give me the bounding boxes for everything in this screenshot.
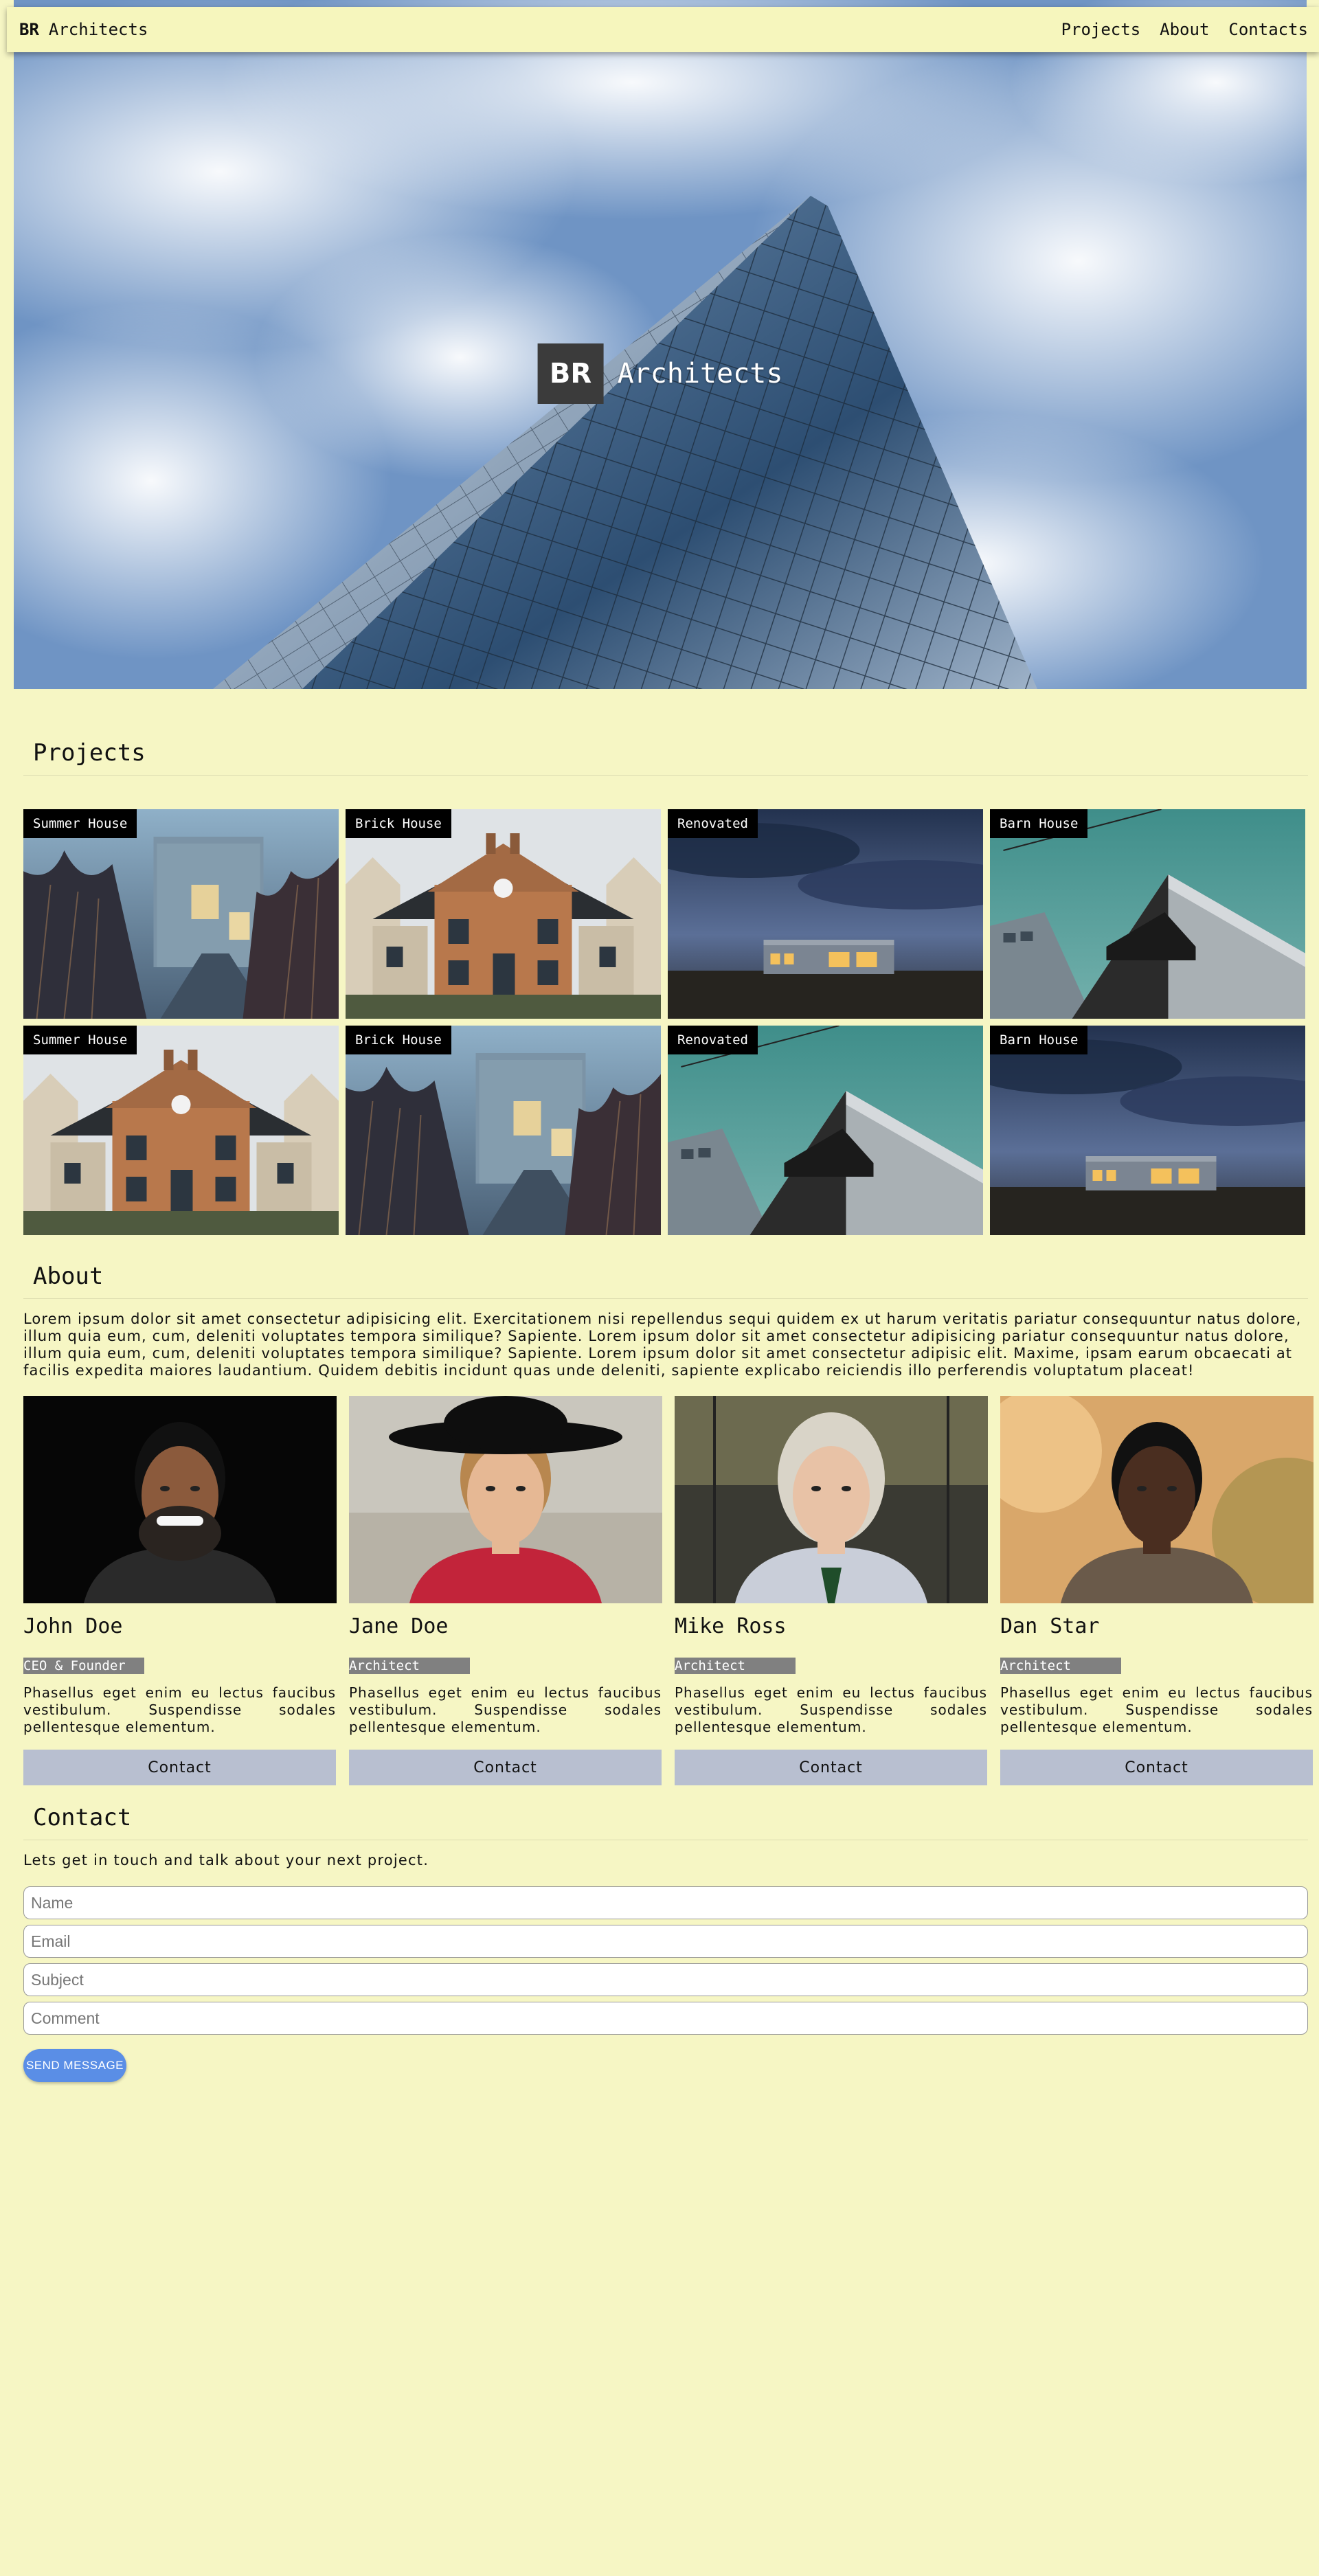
team-member-contact-button[interactable]: Contact (23, 1750, 336, 1785)
team-member-card: Jane Doe Architect Phasellus eget enim e… (349, 1396, 662, 1785)
hero-banner: BR Architects (14, 0, 1307, 689)
project-tile-label: Brick House (346, 1026, 451, 1054)
about-heading: About (33, 1263, 104, 1290)
project-tile-label: Renovated (668, 1026, 758, 1054)
team-member-role-badge: CEO & Founder (23, 1658, 144, 1674)
nav-link-about[interactable]: About (1150, 20, 1219, 39)
about-paragraph: Lorem ipsum dolor sit amet consectetur a… (23, 1311, 1302, 1379)
hero-title: BR Architects (537, 343, 783, 404)
team-member-contact-button[interactable]: Contact (1000, 1750, 1313, 1785)
team-member-name: Mike Ross (675, 1614, 787, 1638)
nav-links: Projects About Contacts (1052, 20, 1314, 39)
contact-lead-text: Lets get in touch and talk about your ne… (23, 1852, 429, 1868)
project-tile-label: Brick House (346, 809, 451, 838)
night-house-photo (990, 1026, 1305, 1235)
about-divider (23, 1298, 1308, 1299)
team-member-role-badge: Architect (1000, 1658, 1121, 1674)
portrait-image (1000, 1396, 1314, 1603)
hero-title-text: Architects (617, 358, 783, 389)
team-member-contact-button[interactable]: Contact (349, 1750, 662, 1785)
team-member-photo (349, 1396, 662, 1603)
project-tile[interactable]: Brick House (346, 809, 661, 1019)
project-tile-label: Barn House (990, 809, 1088, 838)
modern-house-path-photo (23, 809, 339, 1019)
top-navbar: BR Architects Projects About Contacts (7, 7, 1319, 52)
hero-logo-mark: BR (537, 343, 604, 404)
brand-logo[interactable]: BR Architects (19, 20, 148, 39)
brand-name: Architects (48, 20, 148, 39)
team-grid: John Doe CEO & Founder Phasellus eget en… (23, 1396, 1314, 1785)
project-tile[interactable]: Barn House (990, 809, 1305, 1019)
portrait-image (23, 1396, 337, 1603)
project-tile[interactable]: Barn House (990, 1026, 1305, 1235)
team-member-name: John Doe (23, 1614, 123, 1638)
project-grid: Summer House Brick House Renovated Barn … (23, 809, 1305, 1235)
nav-link-projects[interactable]: Projects (1052, 20, 1151, 39)
brand-mark: BR (19, 20, 39, 39)
barn-house-photo (990, 809, 1305, 1019)
team-member-role-badge: Architect (349, 1658, 470, 1674)
project-tile-label: Renovated (668, 809, 758, 838)
team-member-contact-button[interactable]: Contact (675, 1750, 987, 1785)
comment-input[interactable] (23, 2002, 1308, 2035)
team-member-photo (1000, 1396, 1314, 1603)
project-tile[interactable]: Brick House (346, 1026, 661, 1235)
contact-heading: Contact (33, 1804, 132, 1831)
portrait-image (349, 1396, 662, 1603)
team-member-bio: Phasellus eget enim eu lectus faucibus v… (1000, 1684, 1313, 1735)
team-member-photo (23, 1396, 337, 1603)
project-tile-label: Summer House (23, 809, 137, 838)
name-input[interactable] (23, 1886, 1308, 1919)
team-member-card: John Doe CEO & Founder Phasellus eget en… (23, 1396, 337, 1785)
projects-divider (23, 775, 1308, 776)
email-input[interactable] (23, 1925, 1308, 1958)
portrait-image (675, 1396, 988, 1603)
team-member-bio: Phasellus eget enim eu lectus faucibus v… (349, 1684, 662, 1735)
project-tile[interactable]: Renovated (668, 809, 983, 1019)
subject-input[interactable] (23, 1963, 1308, 1996)
project-tile-label: Barn House (990, 1026, 1088, 1054)
projects-heading: Projects (33, 739, 146, 767)
modern-house-path-photo (346, 1026, 661, 1235)
send-message-button[interactable]: SEND MESSAGE (23, 2049, 126, 2082)
night-house-photo (668, 809, 983, 1019)
brick-house-photo (23, 1026, 339, 1235)
project-tile[interactable]: Summer House (23, 1026, 339, 1235)
team-member-card: Mike Ross Architect Phasellus eget enim … (675, 1396, 988, 1785)
team-member-card: Dan Star Architect Phasellus eget enim e… (1000, 1396, 1314, 1785)
project-tile[interactable]: Summer House (23, 809, 339, 1019)
team-member-name: Dan Star (1000, 1614, 1100, 1638)
team-member-bio: Phasellus eget enim eu lectus faucibus v… (675, 1684, 987, 1735)
team-member-photo (675, 1396, 988, 1603)
barn-house-photo (668, 1026, 983, 1235)
team-member-bio: Phasellus eget enim eu lectus faucibus v… (23, 1684, 336, 1735)
brick-house-photo (346, 809, 661, 1019)
project-tile[interactable]: Renovated (668, 1026, 983, 1235)
team-member-role-badge: Architect (675, 1658, 796, 1674)
nav-link-contacts[interactable]: Contacts (1219, 20, 1314, 39)
team-member-name: Jane Doe (349, 1614, 449, 1638)
project-tile-label: Summer House (23, 1026, 137, 1054)
